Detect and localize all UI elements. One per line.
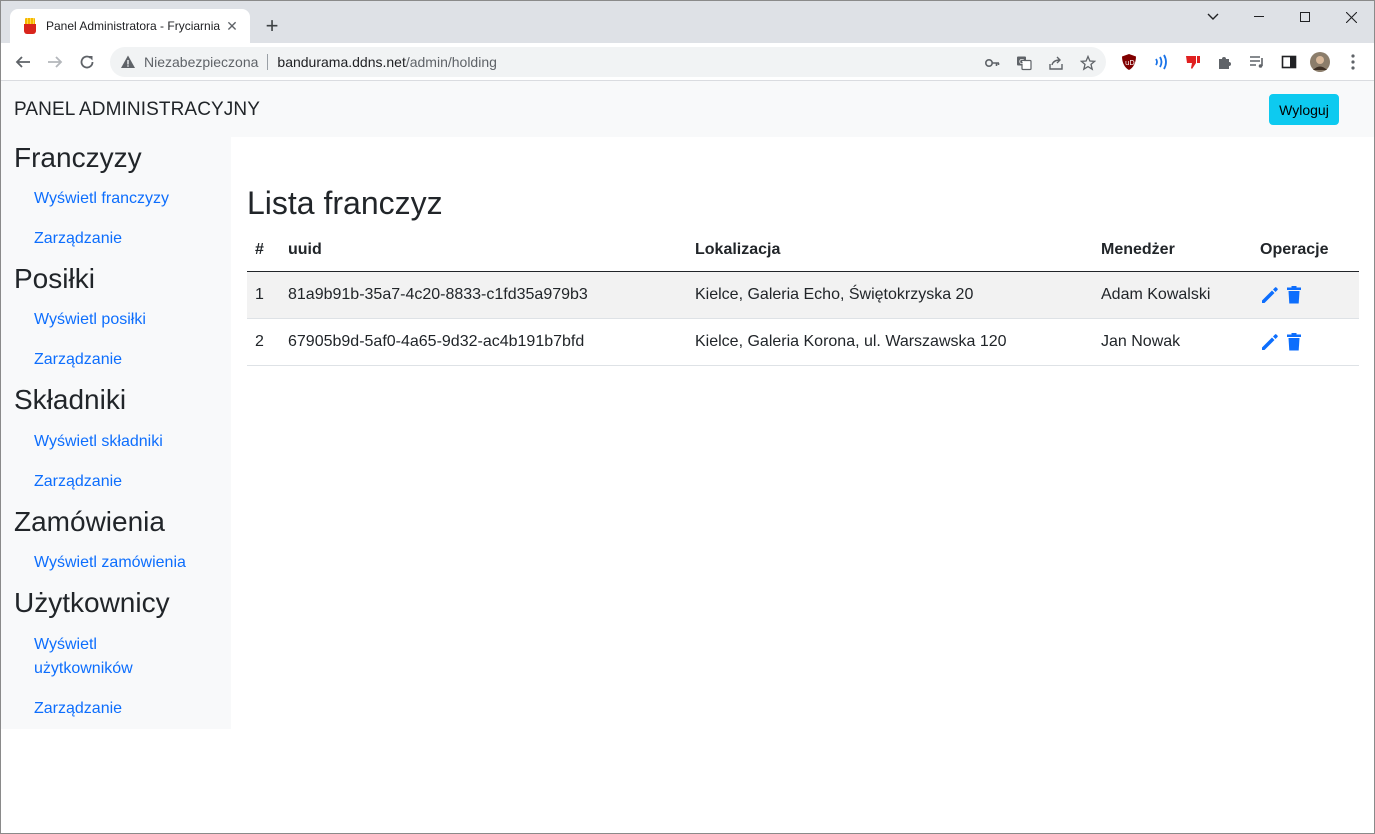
trash-icon[interactable] (1284, 332, 1304, 352)
column-header-operations: Operacje (1252, 229, 1359, 272)
sidebar-heading: Składniki (14, 384, 127, 415)
sidebar-heading: Franczyzy (14, 142, 142, 173)
sidebar-link-manage-franchises[interactable]: Zarządzanie (34, 227, 122, 251)
column-header-manager: Menedżer (1093, 229, 1252, 272)
bookmark-star-icon[interactable] (1079, 54, 1097, 72)
cell-manager: Adam Kowalski (1093, 271, 1252, 319)
extensions-puzzle-icon[interactable] (1215, 52, 1235, 72)
maximize-icon[interactable] (1282, 1, 1328, 33)
close-window-icon[interactable] (1328, 1, 1374, 33)
navbar-brand[interactable]: PANEL ADMINISTRACYJNY (14, 99, 260, 121)
sidebar-heading-uzytkownicy: Użytkownicy (14, 586, 170, 620)
column-header-uuid: uuid (280, 229, 687, 272)
ublock-origin-icon[interactable]: uD (1119, 52, 1139, 72)
svg-text:G: G (1019, 58, 1024, 66)
table-header-row: # uuid Lokalizacja Menedżer Operacje (247, 229, 1359, 272)
cell-operations (1252, 271, 1359, 319)
media-queue-icon[interactable] (1247, 52, 1267, 72)
browser-tab[interactable]: Panel Administratora - Fryciarnia ✕ (10, 9, 250, 43)
security-label[interactable]: Niezabezpieczona (144, 54, 258, 70)
cell-location: Kielce, Galeria Korona, ul. Warszawska 1… (687, 318, 1093, 366)
cell-uuid: 81a9b91b-35a7-4c20-8833-c1fd35a979b3 (280, 271, 687, 319)
sidebar-link-show-ingredients[interactable]: Wyświetl składniki (34, 430, 163, 454)
sidebar-heading-posilki: Posiłki (14, 262, 95, 296)
table-row: 1 81a9b91b-35a7-4c20-8833-c1fd35a979b3 K… (247, 271, 1359, 319)
key-icon[interactable] (983, 54, 1001, 72)
minimize-icon[interactable] (1236, 1, 1282, 33)
sidebar-heading-skladniki: Składniki (14, 383, 126, 417)
cell-number: 2 (247, 318, 280, 366)
warning-icon[interactable] (120, 54, 136, 70)
tab-search-chevron-icon[interactable] (1190, 1, 1236, 33)
dislike-extension-icon[interactable] (1183, 52, 1203, 72)
pencil-icon[interactable] (1260, 332, 1280, 352)
address-bar[interactable]: Niezabezpieczona bandurama.ddns.net/admi… (110, 47, 1106, 77)
back-arrow-icon[interactable] (9, 48, 37, 76)
column-header-location: Lokalizacja (687, 229, 1093, 272)
sidebar-link-manage-users[interactable]: Zarządzanie (34, 697, 122, 721)
translate-icon[interactable]: G (1015, 54, 1033, 72)
sidebar-heading-franczyzy: Franczyzy (14, 141, 142, 175)
cell-uuid: 67905b9d-5af0-4a65-9d32-ac4b191b7bfd (280, 318, 687, 366)
browser-window: Panel Administratora - Fryciarnia ✕ + Ni… (0, 0, 1375, 834)
sidebar-link-show-meals[interactable]: Wyświetl posiłki (34, 308, 146, 332)
franchise-table: # uuid Lokalizacja Menedżer Operacje 1 8… (247, 229, 1359, 366)
new-tab-button[interactable]: + (259, 13, 285, 39)
pencil-icon[interactable] (1260, 285, 1280, 305)
browser-toolbar: Niezabezpieczona bandurama.ddns.net/admi… (1, 43, 1374, 81)
top-navbar: PANEL ADMINISTRACYJNY Wyloguj (1, 81, 1374, 137)
forward-arrow-icon[interactable] (41, 48, 69, 76)
sidebar-link-manage-meals[interactable]: Zarządzanie (34, 348, 122, 372)
cell-location: Kielce, Galeria Echo, Świętokrzyska 20 (687, 271, 1093, 319)
logout-button[interactable]: Wyloguj (1269, 94, 1339, 125)
tab-title: Panel Administratora - Fryciarnia (46, 19, 221, 33)
trash-icon[interactable] (1284, 285, 1304, 305)
sidebar-heading: Użytkownicy (14, 587, 170, 618)
tab-strip: Panel Administratora - Fryciarnia ✕ + (1, 1, 1374, 43)
cell-operations (1252, 318, 1359, 366)
share-icon[interactable] (1047, 54, 1065, 72)
sidebar-heading-zamowienia: Zamówienia (14, 505, 165, 539)
url-host: bandurama.ddns.net (277, 54, 406, 70)
sidebar-heading: Posiłki (14, 263, 95, 294)
sidebar: Franczyzy Wyświetl franczyzy Zarządzanie… (1, 137, 231, 729)
cell-manager: Jan Nowak (1093, 318, 1252, 366)
cell-number: 1 (247, 271, 280, 319)
svg-text:uD: uD (1125, 59, 1135, 67)
fries-favicon-icon (22, 18, 38, 34)
sound-wave-extension-icon[interactable] (1151, 52, 1171, 72)
page-title: Lista franczyz (247, 185, 443, 221)
profile-avatar-icon[interactable] (1310, 52, 1330, 72)
close-tab-icon[interactable]: ✕ (224, 18, 240, 34)
omnibox-separator (267, 54, 269, 70)
sidebar-link-show-users[interactable]: Wyświetl użytkowników (34, 633, 154, 681)
table-row: 2 67905b9d-5af0-4a65-9d32-ac4b191b7bfd K… (247, 318, 1359, 366)
sidebar-link-show-orders[interactable]: Wyświetl zamówienia (34, 551, 186, 575)
column-header-number: # (247, 229, 280, 272)
sidebar-link-manage-ingredients[interactable]: Zarządzanie (34, 470, 122, 494)
web-page: PANEL ADMINISTRACYJNY Wyloguj Franczyzy … (1, 81, 1374, 833)
side-panel-icon[interactable] (1279, 52, 1299, 72)
sidebar-link-show-franchises[interactable]: Wyświetl franczyzy (34, 187, 169, 211)
reload-icon[interactable] (73, 48, 101, 76)
menu-dots-icon[interactable] (1343, 52, 1363, 72)
url-path: /admin/holding (405, 54, 497, 70)
sidebar-heading: Zamówienia (14, 506, 165, 537)
